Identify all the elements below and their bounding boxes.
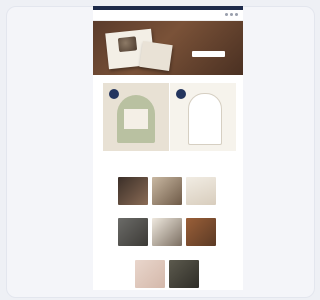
product-card[interactable] bbox=[118, 177, 148, 207]
hero-secondary-card bbox=[139, 41, 173, 71]
product-image bbox=[152, 218, 182, 246]
product-image bbox=[152, 177, 182, 205]
promo-tile-left[interactable] bbox=[103, 83, 169, 151]
site-logo[interactable] bbox=[151, 12, 185, 17]
product-image bbox=[169, 260, 199, 288]
product-image bbox=[118, 177, 148, 205]
invitation-photo bbox=[124, 109, 148, 129]
arched-invitation bbox=[188, 93, 222, 145]
website-screenshot bbox=[93, 6, 243, 290]
promo-badge bbox=[109, 89, 119, 99]
product-card[interactable] bbox=[152, 177, 182, 207]
product-image bbox=[118, 218, 148, 246]
site-header bbox=[93, 10, 243, 21]
account-icon[interactable] bbox=[230, 13, 233, 16]
hero-invitation-photo bbox=[117, 36, 138, 53]
cart-icon[interactable] bbox=[235, 13, 238, 16]
header-icons bbox=[225, 13, 238, 16]
product-card[interactable] bbox=[135, 260, 165, 290]
promo-badge bbox=[176, 89, 186, 99]
product-card[interactable] bbox=[169, 260, 199, 290]
hero-cta-button[interactable] bbox=[192, 51, 225, 57]
product-card[interactable] bbox=[118, 218, 148, 248]
product-card[interactable] bbox=[186, 218, 216, 248]
arched-invitation bbox=[117, 95, 155, 143]
product-image bbox=[186, 218, 216, 246]
hero-banner[interactable] bbox=[93, 21, 243, 75]
product-image bbox=[135, 260, 165, 288]
product-image bbox=[186, 177, 216, 205]
promo-tile-right[interactable] bbox=[170, 83, 236, 151]
product-card[interactable] bbox=[152, 218, 182, 248]
product-card[interactable] bbox=[186, 177, 216, 207]
search-icon[interactable] bbox=[225, 13, 228, 16]
